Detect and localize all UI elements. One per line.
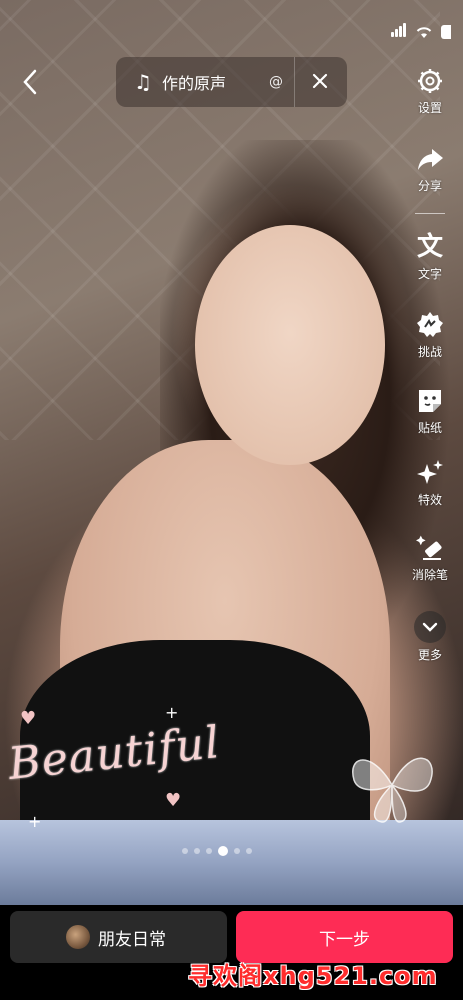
page-dot[interactable] bbox=[194, 848, 200, 854]
page-dot[interactable] bbox=[246, 848, 252, 854]
heart-sticker-icon: ♥ bbox=[165, 790, 182, 811]
close-icon bbox=[312, 73, 328, 88]
battery-icon bbox=[441, 24, 451, 39]
tool-more[interactable]: 更多 bbox=[407, 611, 453, 663]
more-button-circle bbox=[414, 611, 446, 643]
friends-daily-label: 朋友日常 bbox=[98, 929, 166, 950]
chevron-left-icon bbox=[23, 69, 37, 95]
music-title: 作的原声 bbox=[161, 74, 226, 93]
tool-challenge-label: 挑战 bbox=[417, 345, 442, 359]
tool-challenge[interactable]: 挑战 bbox=[407, 310, 453, 360]
watermark-text: 寻欢阁xhg521.com bbox=[188, 962, 438, 990]
heart-sticker-icon: ♥ bbox=[20, 708, 37, 729]
music-note-icon: ♫ bbox=[134, 70, 152, 94]
tool-eraser[interactable]: 消除笔 bbox=[407, 533, 453, 583]
toolbar-divider bbox=[415, 213, 445, 214]
tool-effects[interactable]: 特效 bbox=[407, 458, 453, 508]
tool-settings-label: 设置 bbox=[417, 101, 442, 115]
tool-effects-label: 特效 bbox=[417, 493, 442, 507]
subject-face bbox=[195, 225, 385, 465]
butterfly-sticker-icon[interactable] bbox=[342, 740, 442, 830]
gear-icon bbox=[418, 69, 442, 93]
challenge-icon bbox=[417, 312, 443, 337]
status-bar bbox=[391, 22, 451, 41]
tool-text[interactable]: 文 文字 bbox=[407, 232, 453, 282]
at-icon: @ bbox=[269, 74, 283, 90]
music-selector[interactable]: ♫ 作的原声 @ bbox=[116, 57, 347, 107]
plus-sparkle-icon: + bbox=[28, 812, 42, 831]
sparkle-icon bbox=[417, 460, 443, 484]
eraser-icon bbox=[416, 535, 442, 560]
plus-sparkle-icon: + bbox=[165, 703, 179, 722]
close-music-button[interactable] bbox=[307, 70, 333, 95]
page-dot[interactable] bbox=[206, 848, 212, 854]
sticker-icon bbox=[419, 390, 441, 412]
wifi-icon bbox=[416, 26, 432, 38]
tool-sticker-label: 贴纸 bbox=[417, 421, 442, 435]
tool-share-label: 分享 bbox=[417, 179, 442, 193]
tool-settings[interactable]: 设置 bbox=[407, 66, 453, 116]
page-dot-active[interactable] bbox=[218, 846, 228, 856]
share-arrow-icon bbox=[418, 149, 443, 170]
chevron-down-icon bbox=[422, 622, 438, 632]
page-dot[interactable] bbox=[182, 848, 188, 854]
page-dot[interactable] bbox=[234, 848, 240, 854]
signal-icon bbox=[391, 22, 407, 41]
tool-share[interactable]: 分享 bbox=[407, 144, 453, 194]
tool-more-label: 更多 bbox=[417, 648, 442, 662]
pill-divider bbox=[294, 57, 295, 107]
tool-sticker[interactable]: 贴纸 bbox=[407, 386, 453, 436]
back-button[interactable] bbox=[14, 66, 46, 98]
text-icon: 文 bbox=[416, 232, 443, 262]
tool-text-label: 文字 bbox=[417, 267, 442, 281]
blanket bbox=[0, 820, 463, 905]
tool-eraser-label: 消除笔 bbox=[411, 568, 448, 582]
avatar bbox=[66, 925, 90, 949]
page-indicator bbox=[182, 846, 252, 856]
